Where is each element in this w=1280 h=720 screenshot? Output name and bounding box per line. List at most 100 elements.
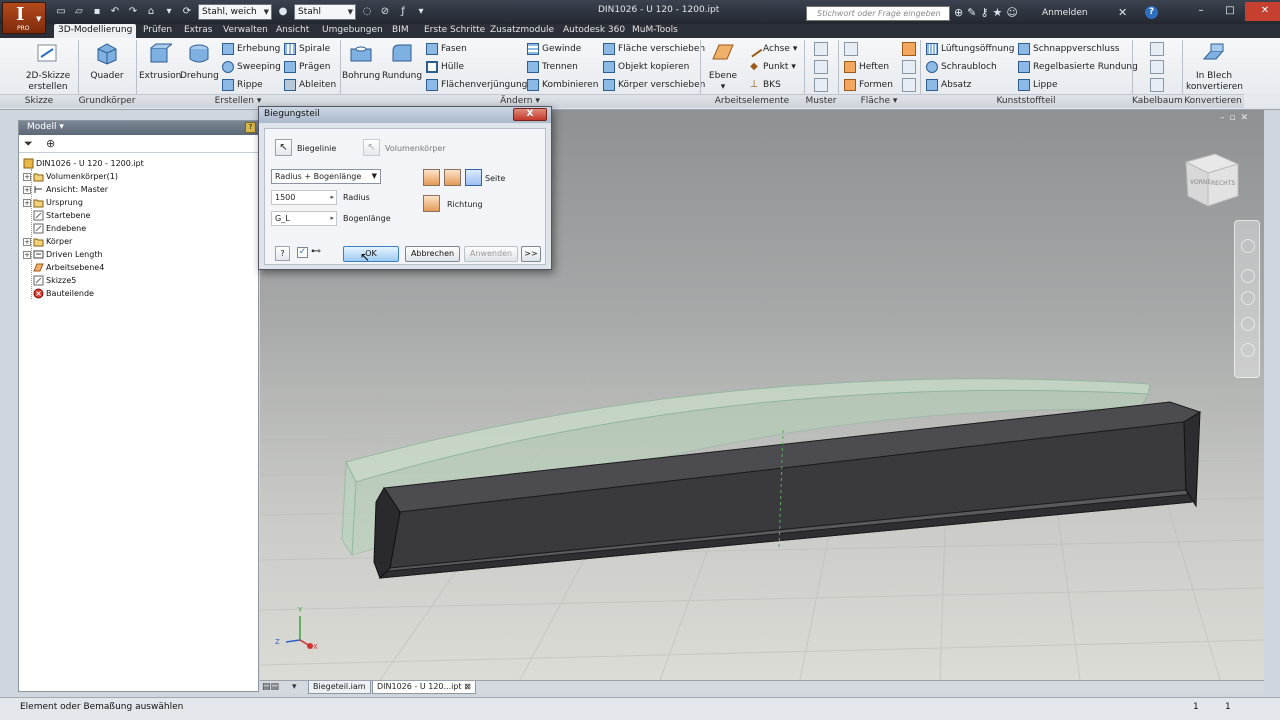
- tree-node[interactable]: Skizze5: [33, 274, 76, 287]
- sweep-button[interactable]: Sweeping: [222, 59, 281, 75]
- tree-node[interactable]: + Driven Length: [23, 248, 103, 261]
- close-icon[interactable]: X: [513, 108, 547, 121]
- rib-button[interactable]: Rippe: [222, 77, 263, 93]
- tree-node[interactable]: + Ansicht: Master: [23, 183, 108, 196]
- arc-length-input[interactable]: G_L ▸: [271, 211, 337, 226]
- close-icon[interactable]: ✕: [1245, 2, 1280, 21]
- chevron-right-icon[interactable]: ▸: [330, 191, 334, 204]
- chevron-right-icon[interactable]: ▸: [330, 212, 334, 225]
- undo-icon[interactable]: ↶: [108, 5, 122, 19]
- move-body-button[interactable]: Körper verschieben: [603, 77, 705, 93]
- trim-icon[interactable]: [902, 60, 916, 74]
- rectangular-pattern-icon[interactable]: [814, 42, 828, 56]
- redo-icon[interactable]: ↷: [126, 5, 140, 19]
- viewport-minimize-icon[interactable]: –: [1220, 113, 1225, 123]
- snap-fit-button[interactable]: Schnappverschluss: [1018, 41, 1120, 57]
- box-button[interactable]: Quader: [88, 41, 126, 82]
- tree-node[interactable]: + Volumenkörper(1): [23, 170, 118, 183]
- expand-toggle[interactable]: +: [23, 237, 31, 246]
- boss-button[interactable]: Schraubloch: [926, 59, 997, 75]
- tree-node[interactable]: Endebene: [33, 222, 86, 235]
- tab-menu-icon[interactable]: ▾: [292, 682, 297, 692]
- help-button[interactable]: ?: [1145, 6, 1158, 19]
- tab-mum-tools[interactable]: MuM-Tools: [632, 24, 678, 38]
- browser-help-button[interactable]: ?: [245, 122, 256, 133]
- tree-node[interactable]: DIN1026 - U 120 - 1200.ipt: [23, 157, 144, 170]
- tree-node[interactable]: Arbeitsebene4: [33, 261, 104, 274]
- cancel-button[interactable]: Abbrechen: [405, 246, 460, 262]
- rest-button[interactable]: Absatz: [926, 77, 971, 93]
- tile-windows-icon[interactable]: ▤▤: [262, 682, 279, 692]
- binoculars-icon[interactable]: ⊕: [954, 6, 963, 19]
- direction-button[interactable]: [423, 195, 440, 212]
- draft-button[interactable]: Flächenverjüngung: [426, 77, 527, 93]
- work-axis-button[interactable]: Achse ▾: [745, 40, 797, 58]
- tab-bim[interactable]: BIM: [392, 24, 409, 38]
- convert-to-sheetmetal-button[interactable]: In Blech konvertieren: [1186, 41, 1243, 93]
- thread-button[interactable]: Gewinde: [527, 41, 581, 57]
- delete-face-icon[interactable]: [902, 78, 916, 92]
- fillet-button[interactable]: Rundung: [381, 41, 423, 82]
- navigation-bar[interactable]: [1234, 220, 1260, 378]
- revolve-button[interactable]: Drehung: [180, 41, 219, 82]
- tab-zusatzmodule[interactable]: Zusatzmodule: [490, 24, 554, 38]
- tools-icon[interactable]: ✎: [967, 6, 976, 19]
- create-2d-sketch-button[interactable]: 2D-Skizze erstellen: [22, 41, 74, 93]
- loft-button[interactable]: Erhebung: [222, 41, 280, 57]
- tab-3d-modellierung[interactable]: 3D-Modellierung: [54, 24, 137, 38]
- viewcube-right[interactable]: RECHTS: [1211, 180, 1235, 187]
- filter-icon[interactable]: ⏷: [24, 137, 33, 151]
- help-button[interactable]: ?: [275, 246, 290, 261]
- binoculars-icon[interactable]: ⊕: [46, 137, 55, 150]
- patch-icon[interactable]: [902, 42, 916, 56]
- steering-wheel-icon[interactable]: [1241, 239, 1255, 253]
- sign-in-button[interactable]: Anmelden: [1042, 8, 1088, 18]
- tab-erste-schritte[interactable]: Erste Schritte: [424, 24, 485, 38]
- select-icon[interactable]: ▾: [162, 5, 176, 19]
- orbit-icon[interactable]: [1241, 317, 1255, 331]
- doc-tab-din1026[interactable]: DIN1026 - U 120...ipt ⊠: [372, 681, 476, 694]
- close-icon[interactable]: ⊠: [464, 682, 471, 691]
- viewcube-front[interactable]: VORNE: [1190, 179, 1211, 186]
- ucs-button[interactable]: ⊥ BKS: [748, 77, 781, 93]
- derive-button[interactable]: Ableiten: [284, 77, 336, 93]
- application-menu-button[interactable]: I PRO ▼: [2, 2, 46, 34]
- ok-button[interactable]: OK: [343, 246, 399, 262]
- apply-button[interactable]: Anwenden: [464, 246, 518, 262]
- pan-icon[interactable]: [1241, 269, 1255, 283]
- side-2-button[interactable]: [444, 169, 461, 186]
- expand-toggle[interactable]: +: [23, 250, 31, 259]
- stitch-button[interactable]: Heften: [844, 59, 889, 75]
- viewport-close-icon[interactable]: ✕: [1241, 113, 1249, 123]
- zoom-icon[interactable]: [1241, 291, 1255, 305]
- shell-button[interactable]: Hülle: [426, 59, 464, 75]
- dialog-titlebar[interactable]: Biegungsteil X: [259, 107, 551, 123]
- doc-tab-biegeteil[interactable]: Biegeteil.iam: [308, 681, 371, 694]
- tab-pruefen[interactable]: Prüfen: [143, 24, 172, 38]
- harness-icon[interactable]: [1150, 42, 1164, 56]
- work-plane-button[interactable]: Ebene ▾: [706, 41, 740, 93]
- fx-icon[interactable]: ƒ: [396, 5, 410, 19]
- tree-node[interactable]: + Körper: [23, 235, 72, 248]
- key-icon[interactable]: ⚷: [980, 6, 988, 19]
- expand-toggle[interactable]: +: [23, 172, 31, 181]
- radius-input[interactable]: 1500 ▸: [271, 190, 337, 205]
- save-icon[interactable]: ▪: [90, 5, 104, 19]
- viewport-restore-icon[interactable]: ▫: [1230, 113, 1236, 123]
- emboss-button[interactable]: Prägen: [284, 59, 330, 75]
- copy-object-button[interactable]: Objekt kopieren: [603, 59, 689, 75]
- browser-header[interactable]: Modell ▾ ?: [19, 121, 258, 135]
- tab-ansicht[interactable]: Ansicht: [276, 24, 309, 38]
- method-select[interactable]: Radius + Bogenlänge ▼: [271, 169, 381, 184]
- combine-button[interactable]: Kombinieren: [527, 77, 598, 93]
- sculpt-button[interactable]: Formen: [844, 77, 893, 93]
- extrusion-button[interactable]: Extrusion: [139, 41, 181, 82]
- split-button[interactable]: Trennen: [527, 59, 578, 75]
- more-button[interactable]: >>: [521, 246, 541, 262]
- new-file-icon[interactable]: ▭: [54, 5, 68, 19]
- solid-select-button[interactable]: ↖: [363, 139, 380, 156]
- tree-node[interactable]: Startebene: [33, 209, 90, 222]
- chamfer-button[interactable]: Fasen: [426, 41, 467, 57]
- thicken-icon[interactable]: [844, 42, 858, 56]
- search-input[interactable]: Stichwort oder Frage eingeben: [806, 6, 950, 21]
